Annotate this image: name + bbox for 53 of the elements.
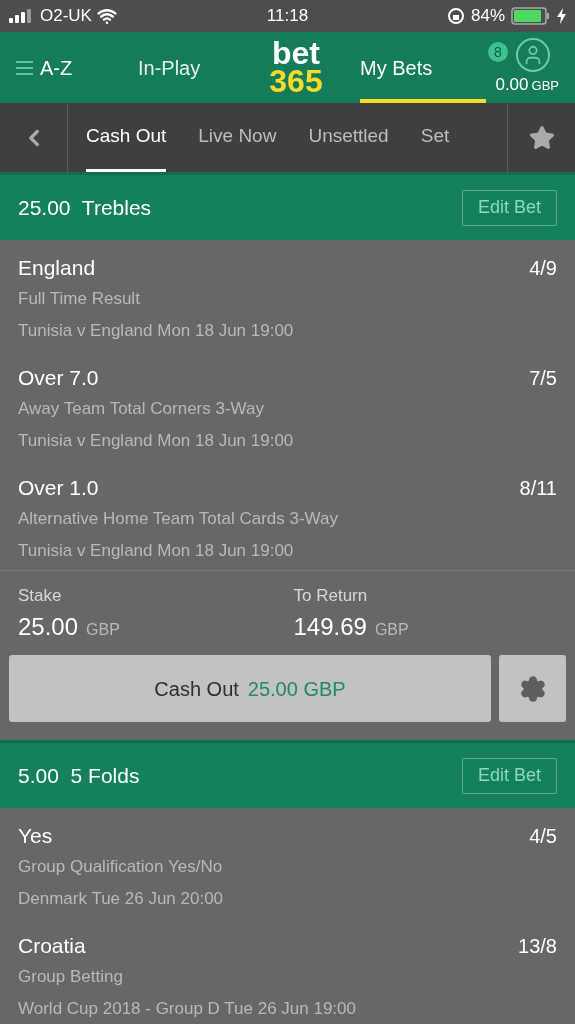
rotation-lock-icon	[447, 7, 465, 25]
stake-amount: 25.00	[18, 611, 79, 642]
odds: 8/11	[519, 475, 557, 501]
bet-count-badge: 8	[488, 42, 508, 62]
star-icon[interactable]	[528, 124, 555, 151]
bet-title: 25.00 Trebles	[18, 194, 152, 221]
market-name: Group Betting	[18, 965, 124, 988]
a-z-link[interactable]: A-Z	[40, 52, 73, 83]
event-details: Tunisia v England Mon 18 Jun 19:00	[18, 430, 295, 452]
clock: 11:18	[265, 5, 310, 28]
settings-button[interactable]	[499, 655, 566, 722]
event-details: Tunisia v England Mon 18 Jun 19:00	[18, 540, 295, 562]
return-amount: 149.69	[293, 611, 367, 642]
edit-bet-button[interactable]: Edit Bet	[461, 757, 557, 794]
bet365-logo[interactable]: bet 365	[256, 32, 336, 103]
event-details: Denmark Tue 26 Jun 20:00	[18, 888, 225, 910]
return-label: To Return	[293, 585, 369, 607]
bet-title: 5.00 5 Folds	[18, 762, 140, 789]
odds: 7/5	[529, 365, 557, 391]
battery-icon	[511, 7, 551, 25]
edit-bet-button[interactable]: Edit Bet	[461, 189, 557, 226]
balance-currency: GBP	[531, 76, 559, 95]
market-name: Alternative Home Team Total Cards 3-Way	[18, 507, 339, 530]
selection-name: England	[18, 255, 96, 281]
tab[interactable]: Unsettled	[308, 103, 389, 172]
selection-name: Over 7.0	[18, 365, 99, 391]
wifi-icon	[96, 6, 117, 26]
odds: 4/9	[529, 255, 557, 281]
cash-out-button[interactable]: Cash Out 25.00 GBP	[9, 655, 491, 722]
selection-name: Croatia	[18, 933, 86, 959]
market-name: Away Team Total Corners 3-Way	[18, 397, 265, 420]
currency: GBP	[374, 619, 409, 640]
odds: 4/5	[529, 823, 557, 849]
balance-amount: 0.00	[495, 73, 529, 96]
selection-name: Yes	[18, 823, 53, 849]
charging-icon	[557, 8, 566, 24]
account-icon[interactable]	[515, 37, 550, 72]
market-name: Group Qualification Yes/No	[18, 855, 224, 878]
tab[interactable]: Set	[420, 103, 450, 172]
tab[interactable]: Live Now	[198, 103, 277, 172]
carrier: O2-UK	[40, 5, 92, 28]
in-play-link[interactable]: In-Play	[138, 52, 201, 83]
stake-label: Stake	[18, 585, 63, 607]
my-bets-link[interactable]: My Bets	[360, 52, 433, 83]
battery-percentage: 84%	[471, 5, 505, 28]
settings-icon	[518, 674, 547, 703]
event-details: Tunisia v England Mon 18 Jun 19:00	[18, 320, 295, 342]
odds: 13/8	[518, 933, 557, 959]
currency: GBP	[86, 619, 120, 640]
selection-name: Over 1.0	[18, 475, 99, 501]
menu-icon[interactable]	[16, 59, 33, 76]
event-details: World Cup 2018 - Group D Tue 26 Jun 19:00	[18, 998, 357, 1020]
market-name: Full Time Result	[18, 287, 141, 310]
